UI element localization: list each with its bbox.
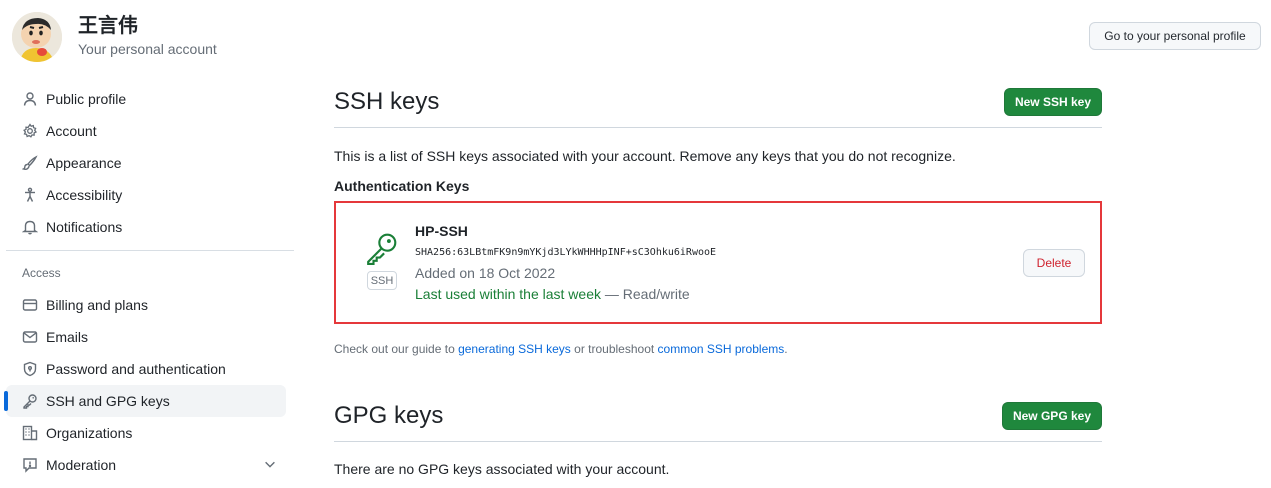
sidebar-item-password-authentication[interactable]: Password and authentication	[6, 353, 286, 385]
sidebar-item-label: Moderation	[46, 457, 117, 473]
user-name[interactable]: 王言伟	[78, 13, 138, 39]
shield-lock-icon	[22, 361, 38, 377]
last-used-text: Last used within the last week	[415, 286, 601, 302]
sidebar-item-accessibility[interactable]: Accessibility	[6, 179, 286, 211]
new-ssh-key-button[interactable]: New SSH key	[1004, 88, 1102, 116]
sidebar-divider	[6, 250, 294, 251]
section-divider	[334, 127, 1102, 128]
sidebar-item-emails[interactable]: Emails	[6, 321, 286, 353]
person-icon	[22, 91, 38, 107]
gpg-empty-text: There are no GPG keys associated with yo…	[334, 461, 670, 477]
account-type-label: Your personal account	[78, 41, 217, 57]
ssh-description: This is a list of SSH keys associated wi…	[334, 148, 956, 164]
credit-card-icon	[22, 297, 38, 313]
ssh-key-last-used: Last used within the last week — Read/wr…	[415, 286, 690, 302]
ssh-key-added-date: Added on 18 Oct 2022	[415, 265, 556, 281]
go-to-profile-button[interactable]: Go to your personal profile	[1089, 22, 1261, 50]
organization-icon	[22, 425, 38, 441]
ssh-badge: SSH	[367, 271, 397, 290]
gpg-keys-title: GPG keys	[334, 402, 444, 429]
ssh-keys-title: SSH keys	[334, 88, 440, 115]
ssh-key-name: HP-SSH	[415, 223, 468, 239]
report-icon	[22, 457, 38, 473]
sidebar-item-organizations[interactable]: Organizations	[6, 417, 286, 449]
new-gpg-key-button[interactable]: New GPG key	[1002, 402, 1102, 430]
sidebar-item-label: Emails	[46, 329, 89, 345]
sidebar-item-moderation[interactable]: Moderation	[6, 449, 286, 481]
generating-ssh-keys-link[interactable]: generating SSH keys	[458, 342, 571, 356]
sidebar-item-label: Appearance	[46, 155, 122, 171]
sidebar-item-label: Notifications	[46, 219, 123, 235]
sidebar-item-account[interactable]: Account	[6, 115, 286, 147]
delete-ssh-key-button[interactable]: Delete	[1023, 249, 1085, 277]
common-ssh-problems-link[interactable]: common SSH problems	[658, 342, 785, 356]
sidebar-item-label: Password and authentication	[46, 361, 226, 377]
mail-icon	[22, 329, 38, 345]
key-icon	[365, 231, 399, 268]
sidebar-item-appearance[interactable]: Appearance	[6, 147, 286, 179]
key-icon	[22, 393, 38, 409]
sidebar-heading-access: Access	[22, 266, 61, 280]
bell-icon	[22, 219, 38, 235]
sidebar-item-label: Organizations	[46, 425, 133, 441]
settings-sidebar: Public profile Account Appearance Access…	[4, 83, 294, 481]
chevron-down-icon[interactable]	[263, 457, 277, 474]
sidebar-item-billing[interactable]: Billing and plans	[6, 289, 286, 321]
sidebar-item-label: Account	[46, 123, 97, 139]
ssh-key-item	[334, 201, 1102, 324]
sidebar-item-label: Billing and plans	[46, 297, 148, 313]
sidebar-item-label: Public profile	[46, 91, 127, 107]
guide-prefix: Check out our guide to	[334, 342, 459, 356]
sidebar-item-ssh-gpg-keys[interactable]: SSH and GPG keys	[4, 385, 286, 417]
section-divider	[334, 441, 1102, 442]
gear-icon	[22, 123, 38, 139]
guide-middle: or troubleshoot	[570, 342, 658, 356]
sidebar-item-label: Accessibility	[46, 187, 123, 203]
ssh-key-fingerprint: SHA256:63LBtmFK9n9mYKjd3LYkWHHHpINF+sC3O…	[415, 247, 717, 258]
paintbrush-icon	[22, 155, 38, 171]
sidebar-item-label: SSH and GPG keys	[46, 393, 170, 409]
ssh-guide-text: Check out our guide to generating SSH ke…	[334, 342, 788, 356]
accessibility-icon	[22, 187, 38, 203]
sidebar-item-notifications[interactable]: Notifications	[6, 211, 286, 243]
sidebar-item-public-profile[interactable]: Public profile	[6, 83, 286, 115]
authentication-keys-heading: Authentication Keys	[334, 178, 470, 194]
access-level-text: — Read/write	[601, 286, 690, 302]
guide-suffix: .	[784, 342, 788, 356]
avatar[interactable]	[12, 12, 62, 62]
